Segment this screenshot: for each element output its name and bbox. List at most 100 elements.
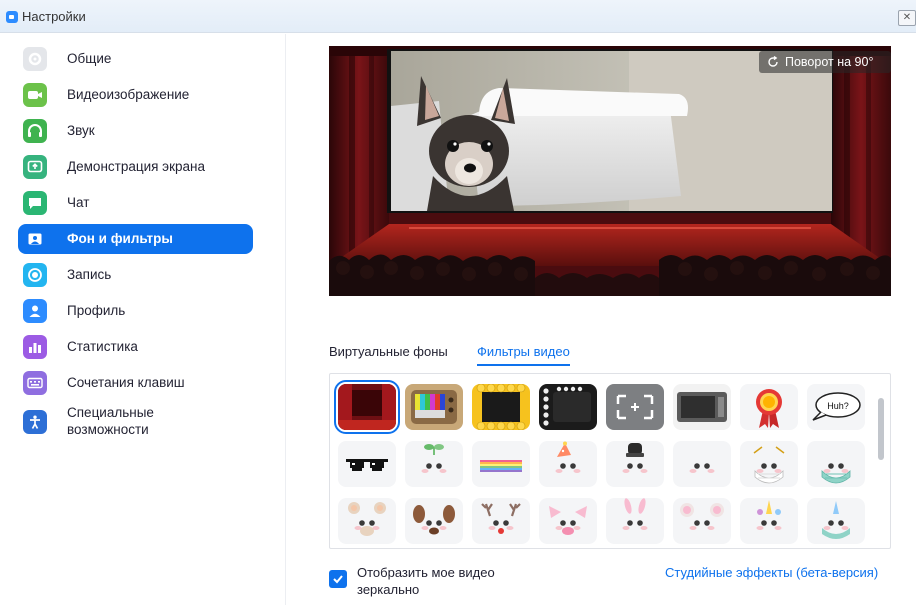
tab-video-filters[interactable]: Фильтры видео (477, 344, 570, 366)
filter-cute-face[interactable] (673, 441, 731, 487)
filter-microwave[interactable] (673, 384, 731, 430)
sidebar-item-label: Запись (67, 267, 112, 282)
video-filters-grid: Huh? (329, 373, 891, 549)
sidebar-item-recording[interactable]: Запись (18, 260, 253, 290)
sidebar-item-label: Чат (67, 195, 90, 210)
rainbow-face-thumbnail (472, 441, 530, 487)
filter-retro-tv[interactable] (405, 384, 463, 430)
video-preview: Поворот на 90° (329, 46, 891, 296)
sidebar-item-label: Сочетания клавиш (67, 375, 185, 390)
filter-unicorn-mask[interactable] (807, 498, 865, 544)
share-screen-icon (23, 155, 47, 179)
sidebar-item-chat[interactable]: Чат (18, 188, 253, 218)
sidebar-item-label: Профиль (67, 303, 126, 318)
studio-effects-link[interactable]: Студийные эффекты (бета-версия) (665, 565, 878, 580)
party-hat-face-thumbnail (539, 441, 597, 487)
accessibility-icon (23, 410, 47, 434)
sidebar-item-label: Фон и фильтры (67, 231, 173, 246)
filter-mouse-ears[interactable] (673, 498, 731, 544)
svg-text:Huh?: Huh? (827, 401, 849, 411)
close-button[interactable]: ✕ (898, 10, 916, 26)
background-icon (23, 227, 47, 251)
settings-sidebar: Общие Видеоизображение Звук Демонстрация… (0, 34, 286, 605)
unicorn-horn-thumbnail (740, 498, 798, 544)
sidebar-item-label: Статистика (67, 339, 138, 354)
rotate-icon (768, 56, 778, 67)
sidebar-item-background-filters[interactable]: Фон и фильтры (18, 224, 253, 254)
scrollbar-thumb[interactable] (878, 398, 884, 460)
rotate-90-button[interactable]: Поворот на 90° (759, 51, 891, 73)
reindeer-antlers-thumbnail (472, 498, 530, 544)
sprout-face-thumbnail (405, 441, 463, 487)
theater-curtain-thumbnail (338, 384, 396, 430)
cute-face-thumbnail (673, 441, 731, 487)
chat-bubble-icon (23, 191, 47, 215)
sidebar-item-profile[interactable]: Профиль (18, 296, 253, 326)
bear-ears-thumbnail (338, 498, 396, 544)
face-mask-teal-thumbnail (807, 441, 865, 487)
puppy-ears-thumbnail (405, 498, 463, 544)
sidebar-item-general[interactable]: Общие (18, 44, 253, 74)
video-camera-icon (23, 83, 47, 107)
filter-puppy-ears[interactable] (405, 498, 463, 544)
face-mask-white-thumbnail (740, 441, 798, 487)
mirror-video-checkbox[interactable] (329, 570, 347, 588)
sidebar-item-statistics[interactable]: Статистика (18, 332, 253, 362)
title-bar: Настройки ✕ (0, 0, 916, 33)
gear-icon (23, 47, 47, 71)
pixel-sunglasses-thumbnail (338, 441, 396, 487)
filter-pixel-sunglasses[interactable] (338, 441, 396, 487)
filter-emoji-frame[interactable] (472, 384, 530, 430)
filter-theater-curtain[interactable] (334, 380, 400, 434)
ribbon-medal-thumbnail (740, 384, 798, 430)
sidebar-item-label: Общие (67, 51, 112, 66)
sidebar-item-label: Звук (67, 123, 95, 138)
bunny-ears-thumbnail (606, 498, 664, 544)
statistics-icon (23, 335, 47, 359)
filter-face-mask-teal[interactable] (807, 441, 865, 487)
film-strip-thumbnail (539, 384, 597, 430)
filter-unicorn-horn[interactable] (740, 498, 798, 544)
window-title: Настройки (22, 9, 86, 24)
retro-tv-thumbnail (405, 384, 463, 430)
sidebar-item-video[interactable]: Видеоизображение (18, 80, 253, 110)
filters-scrollbar[interactable] (874, 376, 888, 546)
emoji-frame-thumbnail (472, 384, 530, 430)
filter-bear-ears[interactable] (338, 498, 396, 544)
chef-hat-face-thumbnail (606, 441, 664, 487)
sidebar-item-label: Видеоизображение (67, 87, 190, 102)
filter-reindeer-antlers[interactable] (472, 498, 530, 544)
filter-face-mask-white[interactable] (740, 441, 798, 487)
filter-rainbow-face[interactable] (472, 441, 530, 487)
filter-chef-hat-face[interactable] (606, 441, 664, 487)
focus-frame-thumbnail (606, 384, 664, 430)
filter-pig-ears[interactable] (539, 498, 597, 544)
mirror-video-label: Отобразить мое видео зеркально (357, 565, 495, 597)
unicorn-mask-thumbnail (807, 498, 865, 544)
headphones-icon (23, 119, 47, 143)
filter-bunny-ears[interactable] (606, 498, 664, 544)
profile-icon (23, 299, 47, 323)
microwave-thumbnail (673, 384, 731, 430)
filter-ribbon-medal[interactable] (740, 384, 798, 430)
sidebar-item-screen-share[interactable]: Демонстрация экрана (18, 152, 253, 182)
sidebar-item-accessibility[interactable]: Специальные возможности (18, 404, 253, 440)
huh-speech-bubble-thumbnail: Huh? (807, 384, 865, 430)
zoom-app-icon (6, 11, 18, 23)
filter-sprout-face[interactable] (405, 441, 463, 487)
tab-virtual-backgrounds[interactable]: Виртуальные фоны (329, 344, 448, 359)
checkmark-icon (333, 575, 343, 584)
sidebar-item-audio[interactable]: Звук (18, 116, 253, 146)
mouse-ears-thumbnail (673, 498, 731, 544)
filter-party-hat-face[interactable] (539, 441, 597, 487)
filter-focus-frame[interactable] (606, 384, 664, 430)
pig-ears-thumbnail (539, 498, 597, 544)
record-icon (23, 263, 47, 287)
filter-huh-speech-bubble[interactable]: Huh? (807, 384, 865, 430)
filter-film-strip[interactable] (539, 384, 597, 430)
theater-background-image (329, 46, 891, 296)
keyboard-icon (23, 371, 47, 395)
sidebar-item-keyboard-shortcuts[interactable]: Сочетания клавиш (18, 368, 253, 398)
sidebar-item-label: Специальные возможности (67, 405, 154, 437)
sidebar-item-label: Демонстрация экрана (67, 159, 205, 174)
